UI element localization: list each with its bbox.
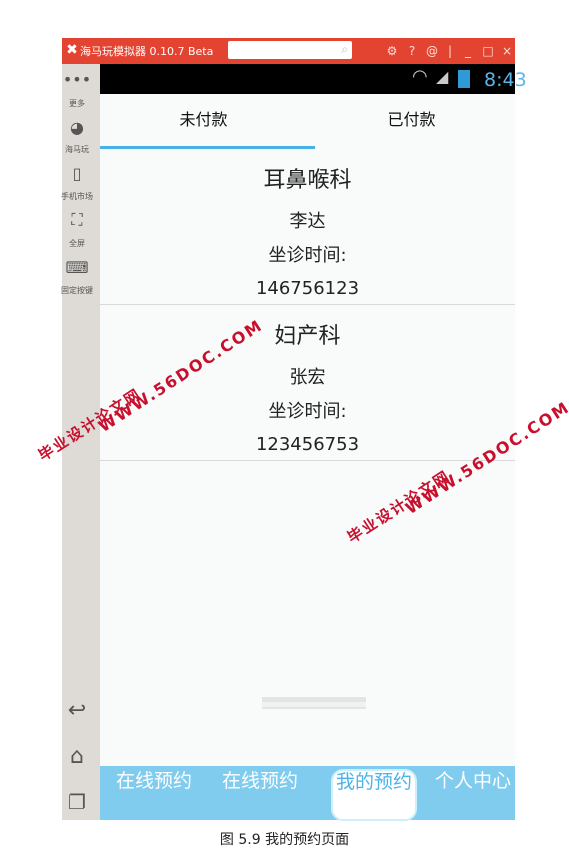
settings-icon[interactable]: ⚙ <box>384 42 400 60</box>
titlebar-divider: | <box>447 44 453 58</box>
rail-label-more: 更多 <box>69 99 85 108</box>
status-bar: ◠ ◢ 8:43 <box>100 64 527 94</box>
more-icon[interactable]: ••• <box>62 70 92 89</box>
appointment-time-value: 123456753 <box>255 434 360 455</box>
haima-logo-icon: ✖ <box>66 42 78 58</box>
toast-placeholder <box>262 697 366 709</box>
recents-icon[interactable]: ❐ <box>62 790 92 814</box>
maximize-icon[interactable]: □ <box>480 42 496 60</box>
appointment-card[interactable]: 耳鼻喉科 李达 坐诊时间: 146756123 <box>100 149 515 305</box>
home-icon[interactable]: ⌂ <box>62 744 92 769</box>
app-content: 未付款 已付款 耳鼻喉科 李达 坐诊时间: 146756123 妇产科 张宏 坐… <box>100 94 515 766</box>
appointment-time-label: 坐诊时间: <box>268 401 347 422</box>
appointment-time-label: 坐诊时间: <box>268 245 347 266</box>
nav-personal-center[interactable]: 个人中心 <box>432 770 514 820</box>
rail-label-keymap: 固定按键 <box>61 286 93 295</box>
haima-icon[interactable]: ◕ <box>62 118 92 137</box>
appointment-time-value: 146756123 <box>255 278 360 299</box>
rail-label-haima: 海马玩 <box>65 145 89 154</box>
battery-icon <box>458 70 470 88</box>
tab-unpaid[interactable]: 未付款 <box>100 94 307 146</box>
appointment-department: 耳鼻喉科 <box>263 168 352 193</box>
wifi-icon: ◠ <box>412 66 428 87</box>
signal-icon: ◢ <box>436 67 449 86</box>
phone-market-icon[interactable]: ▯ <box>62 164 92 183</box>
tab-paid[interactable]: 已付款 <box>308 94 515 146</box>
nav-online-booking-2[interactable]: 在线预约 <box>212 770 308 820</box>
rail-label-fullscreen: 全屏 <box>69 239 85 248</box>
search-icon: ⌕ <box>341 42 348 56</box>
emulator-titlebar: ✖ 海马玩模拟器 0.10.7 Beta ⌕ ⚙ ? @ | _ □ × <box>62 38 515 64</box>
emulator-title: 海马玩模拟器 0.10.7 Beta <box>80 45 214 58</box>
help-icon[interactable]: ? <box>404 42 420 60</box>
figure-caption: 图 5.9 我的预约页面 <box>219 832 350 848</box>
keymap-icon[interactable]: ⌨ <box>62 258 92 277</box>
back-icon[interactable]: ↩ <box>62 698 92 723</box>
fullscreen-icon[interactable]: ⛶ <box>62 210 92 230</box>
rail-label-market: 手机市场 <box>61 192 93 201</box>
nav-online-booking[interactable]: 在线预约 <box>106 770 202 820</box>
appointment-doctor: 李达 <box>289 211 326 232</box>
status-time: 8:43 <box>484 69 527 91</box>
bottom-nav: 在线预约 在线预约 我的预约 个人中心 <box>100 766 515 821</box>
appointment-department: 妇产科 <box>274 324 341 349</box>
nav-my-bookings[interactable]: 我的预约 <box>331 769 417 821</box>
feedback-icon[interactable]: @ <box>424 42 440 60</box>
close-icon[interactable]: × <box>499 42 515 60</box>
minimize-icon[interactable]: _ <box>460 42 476 60</box>
emulator-search-input[interactable]: ⌕ <box>228 41 352 59</box>
